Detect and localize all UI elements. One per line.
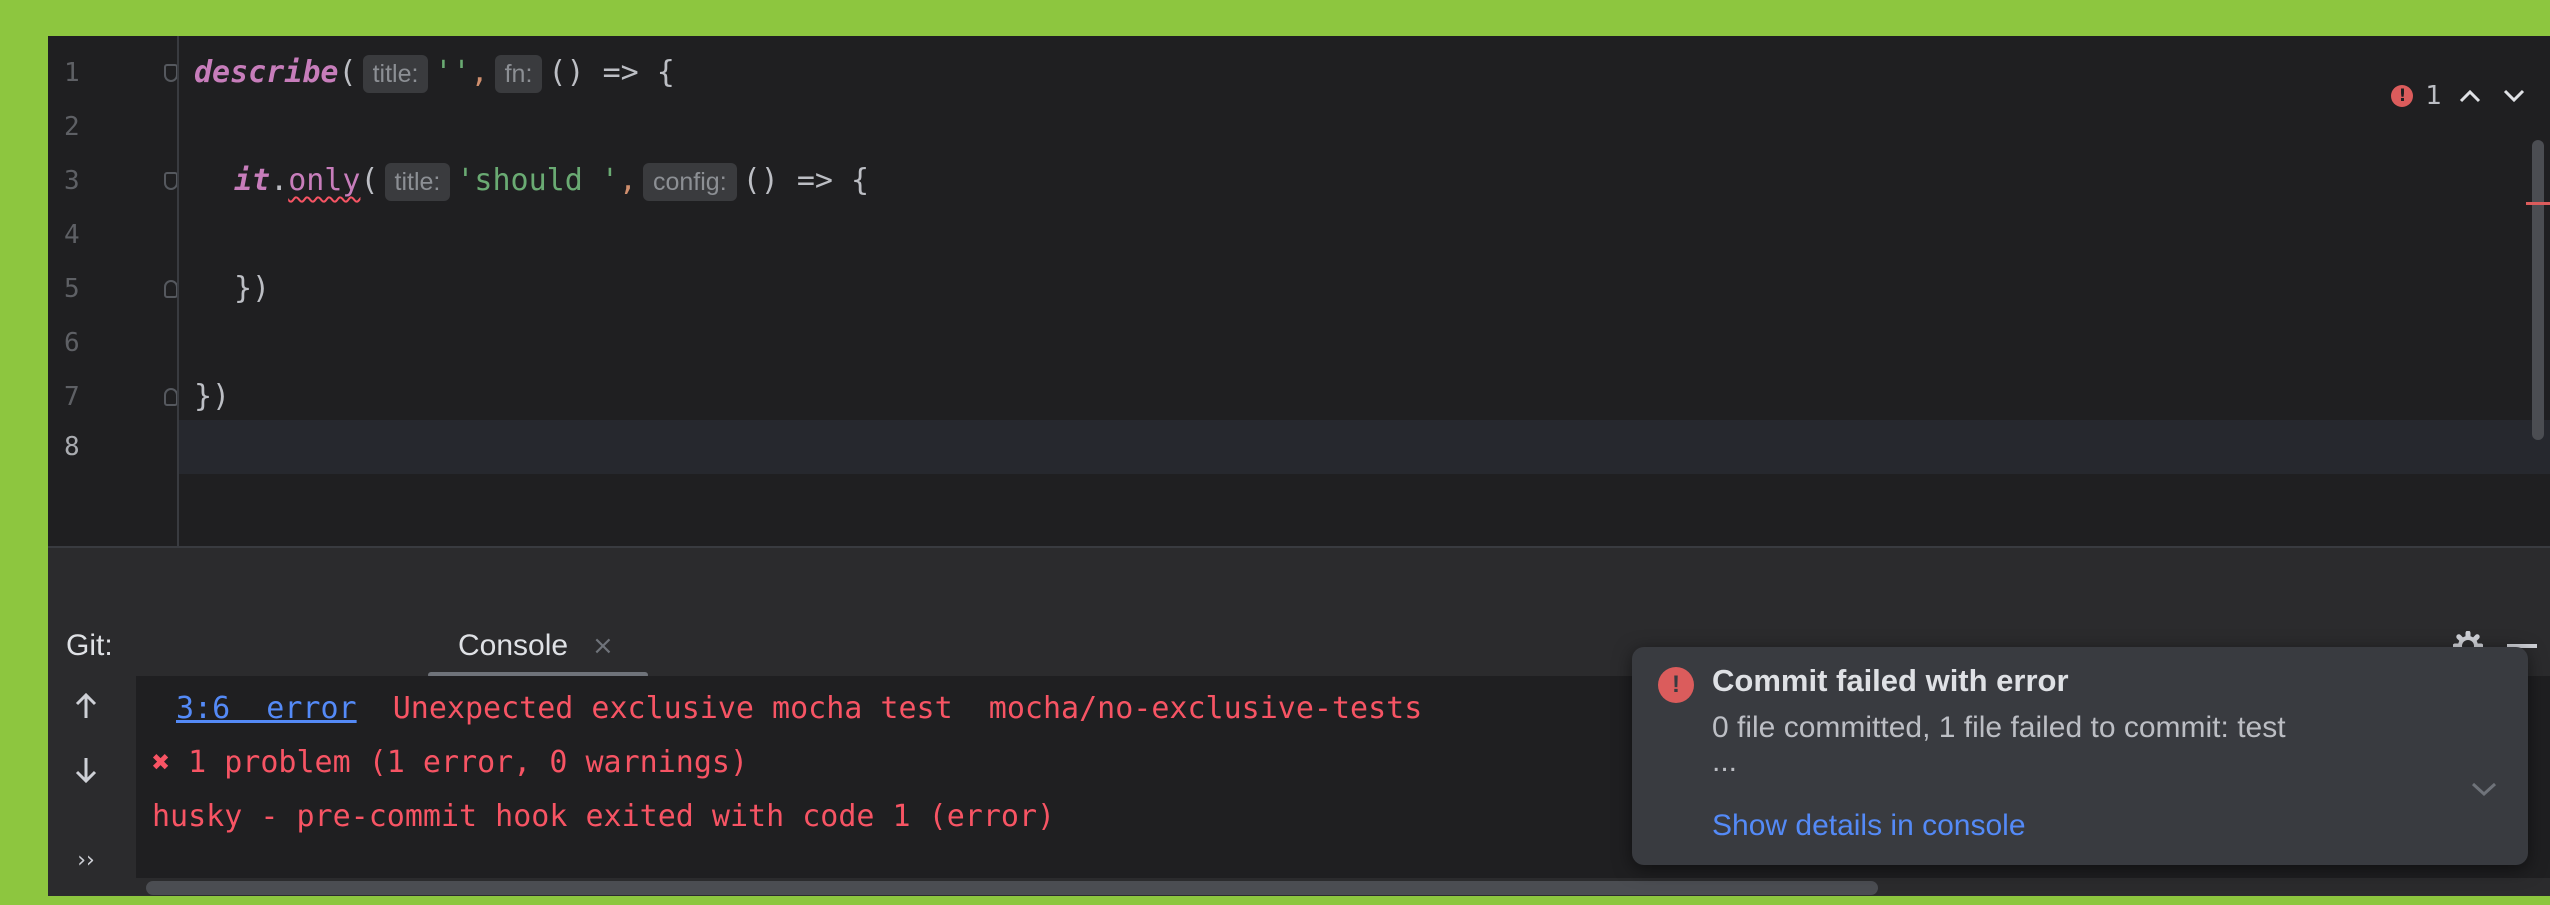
- console-side-toolbar: ››: [48, 676, 136, 896]
- fold-end-icon[interactable]: [164, 280, 178, 298]
- only-method-error[interactable]: only: [288, 163, 360, 198]
- commit-error-notification[interactable]: ! Commit failed with error 0 file commit…: [1632, 647, 2528, 865]
- current-line-highlight: [179, 420, 2550, 474]
- error-stripe-marker[interactable]: [2526, 202, 2550, 205]
- comma: ,: [618, 163, 637, 198]
- error-icon: !: [2391, 85, 2414, 107]
- notification-body: 0 file committed, 1 file failed to commi…: [1712, 711, 2286, 744]
- line-number: 6: [64, 328, 80, 358]
- tool-window-title: Git:: [66, 629, 113, 662]
- code-line-7: }): [194, 379, 231, 414]
- arrow-down-icon[interactable]: [66, 750, 106, 790]
- arrow-up-icon[interactable]: [66, 686, 106, 726]
- code-line-1: describe(title: '', fn:() => {: [194, 46, 675, 100]
- editor-bottom-area: [48, 548, 2550, 616]
- arrow-fn: () => {: [548, 55, 675, 90]
- line-number: 5: [64, 274, 80, 304]
- line-number: 4: [64, 220, 80, 250]
- error-message: Unexpected exclusive mocha test mocha/no…: [356, 691, 1423, 726]
- notification-ellipsis: ...: [1712, 745, 1738, 778]
- console-line: husky - pre-commit hook exited with code…: [152, 799, 1056, 834]
- editor-scrollbar[interactable]: [2532, 140, 2544, 440]
- horizontal-scrollbar[interactable]: [146, 881, 1878, 895]
- expand-icon[interactable]: [2466, 771, 2502, 807]
- dot: .: [270, 163, 289, 198]
- line-number: 7: [64, 382, 80, 412]
- close-icon[interactable]: ×: [592, 616, 614, 676]
- inspection-widget[interactable]: ! 1: [2391, 80, 2530, 112]
- fold-collapse-icon[interactable]: [164, 172, 178, 190]
- line-number: 8: [64, 432, 80, 462]
- string-literal: '': [434, 55, 471, 90]
- line-number: 3: [64, 166, 80, 196]
- console-line: ✖ 1 problem (1 error, 0 warnings): [152, 745, 749, 780]
- param-hint-fn: fn:: [494, 54, 543, 93]
- error-location-link[interactable]: 3:6 error: [176, 691, 357, 726]
- error-icon: !: [1658, 667, 1694, 703]
- param-hint-config: config:: [642, 162, 737, 201]
- more-icon[interactable]: ››: [66, 840, 106, 880]
- chevron-down-icon[interactable]: [2498, 80, 2530, 112]
- arrow-fn: () => {: [742, 163, 870, 198]
- comma: ,: [470, 55, 489, 90]
- notification-title: Commit failed with error: [1712, 663, 2069, 698]
- code-line-5: }): [234, 271, 271, 306]
- line-number: 2: [64, 112, 80, 142]
- fold-end-icon[interactable]: [164, 388, 178, 406]
- console-line: 3:6 error Unexpected exclusive mocha tes…: [176, 682, 1422, 736]
- gutter-divider: [177, 36, 179, 546]
- chevron-up-icon[interactable]: [2454, 80, 2486, 112]
- it-object: it: [234, 163, 271, 198]
- tab-label: Console: [458, 629, 569, 662]
- editor-gutter: 1 2 3 4 5 6 7 8: [48, 36, 178, 546]
- line-number: 1: [64, 58, 80, 88]
- open-paren: (: [360, 163, 379, 198]
- describe-call: describe: [194, 55, 339, 90]
- code-editor[interactable]: 1 2 3 4 5 6 7 8 describe(title: '', fn:() …: [48, 36, 2550, 546]
- param-hint-title: title:: [362, 54, 429, 93]
- tab-console[interactable]: Console ×: [428, 616, 648, 678]
- string-literal: 'should ': [456, 163, 619, 198]
- param-hint-title: title:: [384, 162, 451, 201]
- fold-collapse-icon[interactable]: [164, 64, 178, 82]
- show-details-link[interactable]: Show details in console: [1712, 809, 2026, 843]
- open-paren: (: [338, 55, 357, 90]
- error-count: 1: [2425, 81, 2442, 111]
- code-line-3: it.only(title:'should ', config:() => {: [234, 154, 869, 208]
